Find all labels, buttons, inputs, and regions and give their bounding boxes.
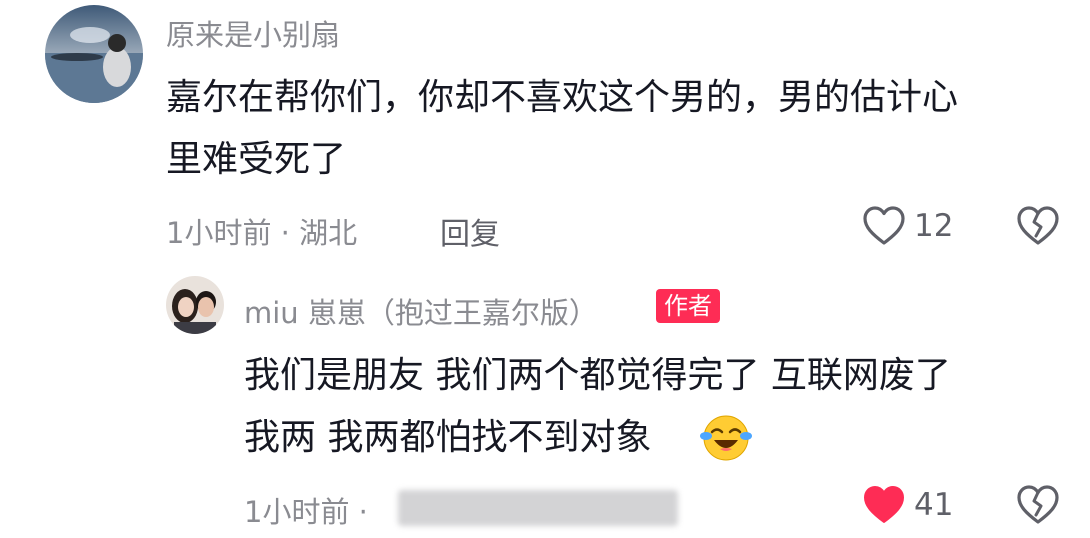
comment-text-line: 嘉尔在帮你们，你却不喜欢这个男的，男的估计心: [166, 77, 959, 118]
comment-meta: 1小时前 ·: [244, 489, 368, 531]
comment-meta: 1小时前 · 湖北: [166, 210, 357, 252]
comment-text-line: 我们是朋友 我们两个都觉得完了 互联网废了: [244, 355, 951, 396]
avatar[interactable]: [45, 5, 143, 103]
heart-icon[interactable]: [862, 484, 906, 530]
location: 湖北: [299, 216, 358, 250]
username[interactable]: 原来是小别扇: [166, 12, 340, 54]
avatar[interactable]: [166, 276, 224, 334]
broken-heart-icon[interactable]: [1016, 205, 1060, 251]
author-badge: 作者: [656, 289, 720, 323]
username[interactable]: miu 崽崽（抱过王嘉尔版）: [244, 290, 598, 332]
comment-text-line: 里难受死了: [166, 139, 347, 180]
timestamp: 1小时前: [166, 216, 272, 250]
timestamp: 1小时前: [244, 495, 350, 529]
meta-separator: ·: [358, 495, 368, 529]
broken-heart-icon[interactable]: [1016, 484, 1060, 530]
comment-text-line: 我两 我两都怕找不到对象: [244, 417, 652, 458]
like-count: 41: [914, 487, 954, 523]
redacted-area: [398, 490, 678, 526]
crying-laughing-emoji: [700, 412, 752, 468]
meta-separator: ·: [280, 216, 300, 250]
reply-button[interactable]: 回复: [440, 209, 500, 253]
like-count: 12: [914, 208, 954, 244]
heart-icon[interactable]: [862, 205, 906, 251]
